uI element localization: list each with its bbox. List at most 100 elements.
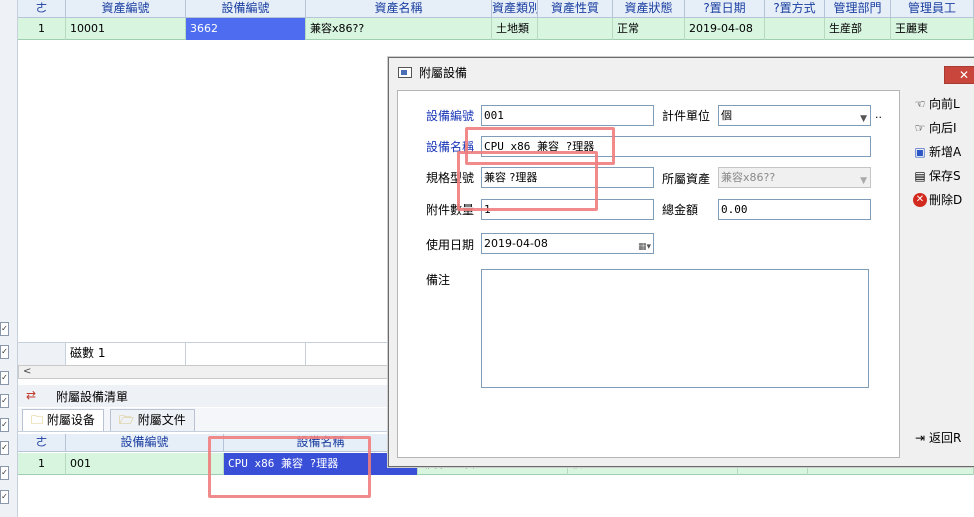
- delete-label: 刪除D: [929, 193, 963, 207]
- prev-button[interactable]: ☜ 向前L: [903, 94, 974, 114]
- calendar-icon[interactable]: ▦▾: [638, 238, 651, 253]
- attached-equipment-dialog: 附屬設備 ✕ 設備編號 001 計件單位 個 ▼ .. 設備名稱 CPU x86…: [388, 57, 974, 467]
- hand-left-icon: ☜: [914, 97, 926, 111]
- delete-button[interactable]: ✕ 刪除D: [903, 190, 974, 210]
- add-button[interactable]: ▣ 新增A: [903, 142, 974, 162]
- equip-name-label: 設備名稱: [426, 140, 475, 154]
- asset-no-cell[interactable]: 10001: [66, 18, 186, 40]
- column-header[interactable]: 資產類別: [492, 0, 538, 18]
- scroll-left-icon[interactable]: <: [23, 366, 31, 377]
- spec-field[interactable]: 兼容 ?理器: [481, 167, 654, 188]
- date-picker[interactable]: 2019-04-08 ▦▾: [481, 233, 654, 254]
- asset-category-cell[interactable]: 土地類: [492, 18, 538, 40]
- left-collapse-icon[interactable]: ✓: [0, 466, 9, 480]
- manager-cell[interactable]: 王麗東: [891, 18, 974, 40]
- equip-no-field[interactable]: 001: [481, 105, 654, 126]
- left-collapse-icon[interactable]: ✓: [0, 371, 9, 385]
- qty-field[interactable]: 1: [481, 199, 654, 220]
- purchase-date-cell[interactable]: 2019-04-08: [685, 18, 765, 40]
- remark-field[interactable]: [481, 269, 869, 388]
- table-row[interactable]: 1 10001 3662 兼容x86?? 土地類 正常 2019-04-08 生…: [18, 18, 974, 40]
- asset-grid-header: ㄜ 資產編號 設備編號 資產名稱 資產類別 資產性質 資產狀態 ?置日期 ?置方…: [18, 0, 974, 18]
- left-strip: [0, 0, 18, 517]
- amount-field[interactable]: 0.00: [718, 199, 871, 220]
- date-label: 使用日期: [426, 238, 475, 252]
- unit-select[interactable]: 個 ▼: [718, 105, 871, 126]
- row-index: 1: [18, 18, 66, 40]
- chevron-down-icon[interactable]: ▼: [860, 110, 867, 125]
- dialog-titlebar[interactable]: 附屬設備: [389, 58, 974, 89]
- qty-label: 附件數量: [426, 203, 475, 217]
- asset-name-cell[interactable]: 兼容x86??: [306, 18, 492, 40]
- dialog-form: 設備編號 001 計件單位 個 ▼ .. 設備名稱 CPU x86 兼容 ?理器…: [397, 90, 900, 458]
- new-record-icon: ▣: [914, 145, 926, 159]
- equip-no-label: 設備編號: [426, 109, 475, 123]
- column-header[interactable]: 資產性質: [538, 0, 613, 18]
- back-button[interactable]: ⇥ 返回R: [903, 428, 974, 448]
- tab-label: 附屬设备: [46, 413, 95, 427]
- column-header[interactable]: 資產名稱: [306, 0, 492, 18]
- left-collapse-icon[interactable]: ✓: [0, 418, 9, 432]
- unit-label: 計件單位: [662, 109, 711, 123]
- left-collapse-icon[interactable]: ✓: [0, 394, 9, 408]
- column-header[interactable]: ?置日期: [685, 0, 765, 18]
- save-label: 保存S: [929, 169, 961, 183]
- dialog-title: 附屬設備: [419, 66, 468, 80]
- next-label: 向后I: [929, 121, 957, 135]
- tab-attached-equipment[interactable]: 🗀 附屬设备: [22, 409, 104, 431]
- dialog-actions: ☜ 向前L ☞ 向后I ▣ 新增A ▤ 保存S ✕ 刪除D ⇥ 返回R: [903, 90, 974, 458]
- save-button[interactable]: ▤ 保存S: [903, 166, 974, 186]
- asset-status-cell[interactable]: 正常: [613, 18, 685, 40]
- column-header[interactable]: 設備編號: [186, 0, 306, 18]
- department-cell[interactable]: 生産部: [825, 18, 891, 40]
- remark-label: 備注: [426, 273, 451, 287]
- tab-attached-files[interactable]: 🗁 附屬文件: [110, 409, 195, 431]
- grid-footer: 磁數 1: [18, 342, 392, 365]
- purchase-method-cell[interactable]: [765, 18, 825, 40]
- open-folder-icon: 🗁: [119, 413, 134, 427]
- amount-label: 總金額: [662, 203, 699, 217]
- delete-icon: ✕: [913, 193, 927, 207]
- attached-list-title: 附屬設備清單: [56, 390, 129, 404]
- chevron-down-icon: ▼: [860, 176, 867, 186]
- next-button[interactable]: ☞ 向后I: [903, 118, 974, 138]
- date-value: 2019-04-08: [484, 237, 548, 250]
- floppy-disk-icon: ▤: [914, 169, 926, 183]
- left-collapse-icon[interactable]: ✓: [0, 322, 9, 336]
- folder-icon: 🗀: [31, 413, 44, 427]
- record-count: 磁數 1: [66, 343, 186, 365]
- column-header[interactable]: ?置方式: [765, 0, 825, 18]
- column-header[interactable]: 資產編號: [66, 0, 186, 18]
- spec-label: 規格型號: [426, 171, 475, 185]
- equip-no-cell[interactable]: 3662: [186, 18, 306, 40]
- swap-icon: ⇄: [26, 388, 37, 402]
- close-button[interactable]: ✕: [944, 66, 974, 84]
- horizontal-scrollbar[interactable]: <: [18, 365, 392, 379]
- left-collapse-icon[interactable]: ✓: [0, 345, 9, 359]
- ellipsis-button[interactable]: ..: [875, 108, 882, 121]
- column-header[interactable]: 資產狀態: [613, 0, 685, 18]
- column-header[interactable]: 管理部門: [825, 0, 891, 18]
- tab-label: 附屬文件: [137, 413, 186, 427]
- left-collapse-icon[interactable]: ✓: [0, 490, 9, 504]
- add-label: 新增A: [929, 145, 962, 159]
- footer-cell: [186, 343, 306, 365]
- unit-value: 個: [721, 109, 732, 122]
- exit-icon: ⇥: [914, 431, 926, 445]
- prev-label: 向前L: [929, 97, 960, 111]
- asset-select: 兼容x86?? ▼: [718, 167, 871, 188]
- row-index: 1: [18, 453, 66, 475]
- window-icon: [398, 67, 412, 78]
- column-header[interactable]: ㄜ: [18, 0, 66, 18]
- left-collapse-icon[interactable]: ✓: [0, 441, 9, 455]
- back-label: 返回R: [929, 431, 962, 445]
- asset-value: 兼容x86??: [721, 171, 776, 184]
- footer-spacer: [18, 343, 66, 365]
- equip-name-field[interactable]: CPU x86 兼容 ?理器: [481, 136, 871, 157]
- column-header[interactable]: ㄜ: [18, 434, 66, 452]
- equip-no-cell[interactable]: 001: [66, 453, 224, 475]
- column-header[interactable]: 設備編號: [66, 434, 224, 452]
- column-header[interactable]: 管理員工: [891, 0, 974, 18]
- asset-nature-cell[interactable]: [538, 18, 613, 40]
- hand-right-icon: ☞: [914, 121, 926, 135]
